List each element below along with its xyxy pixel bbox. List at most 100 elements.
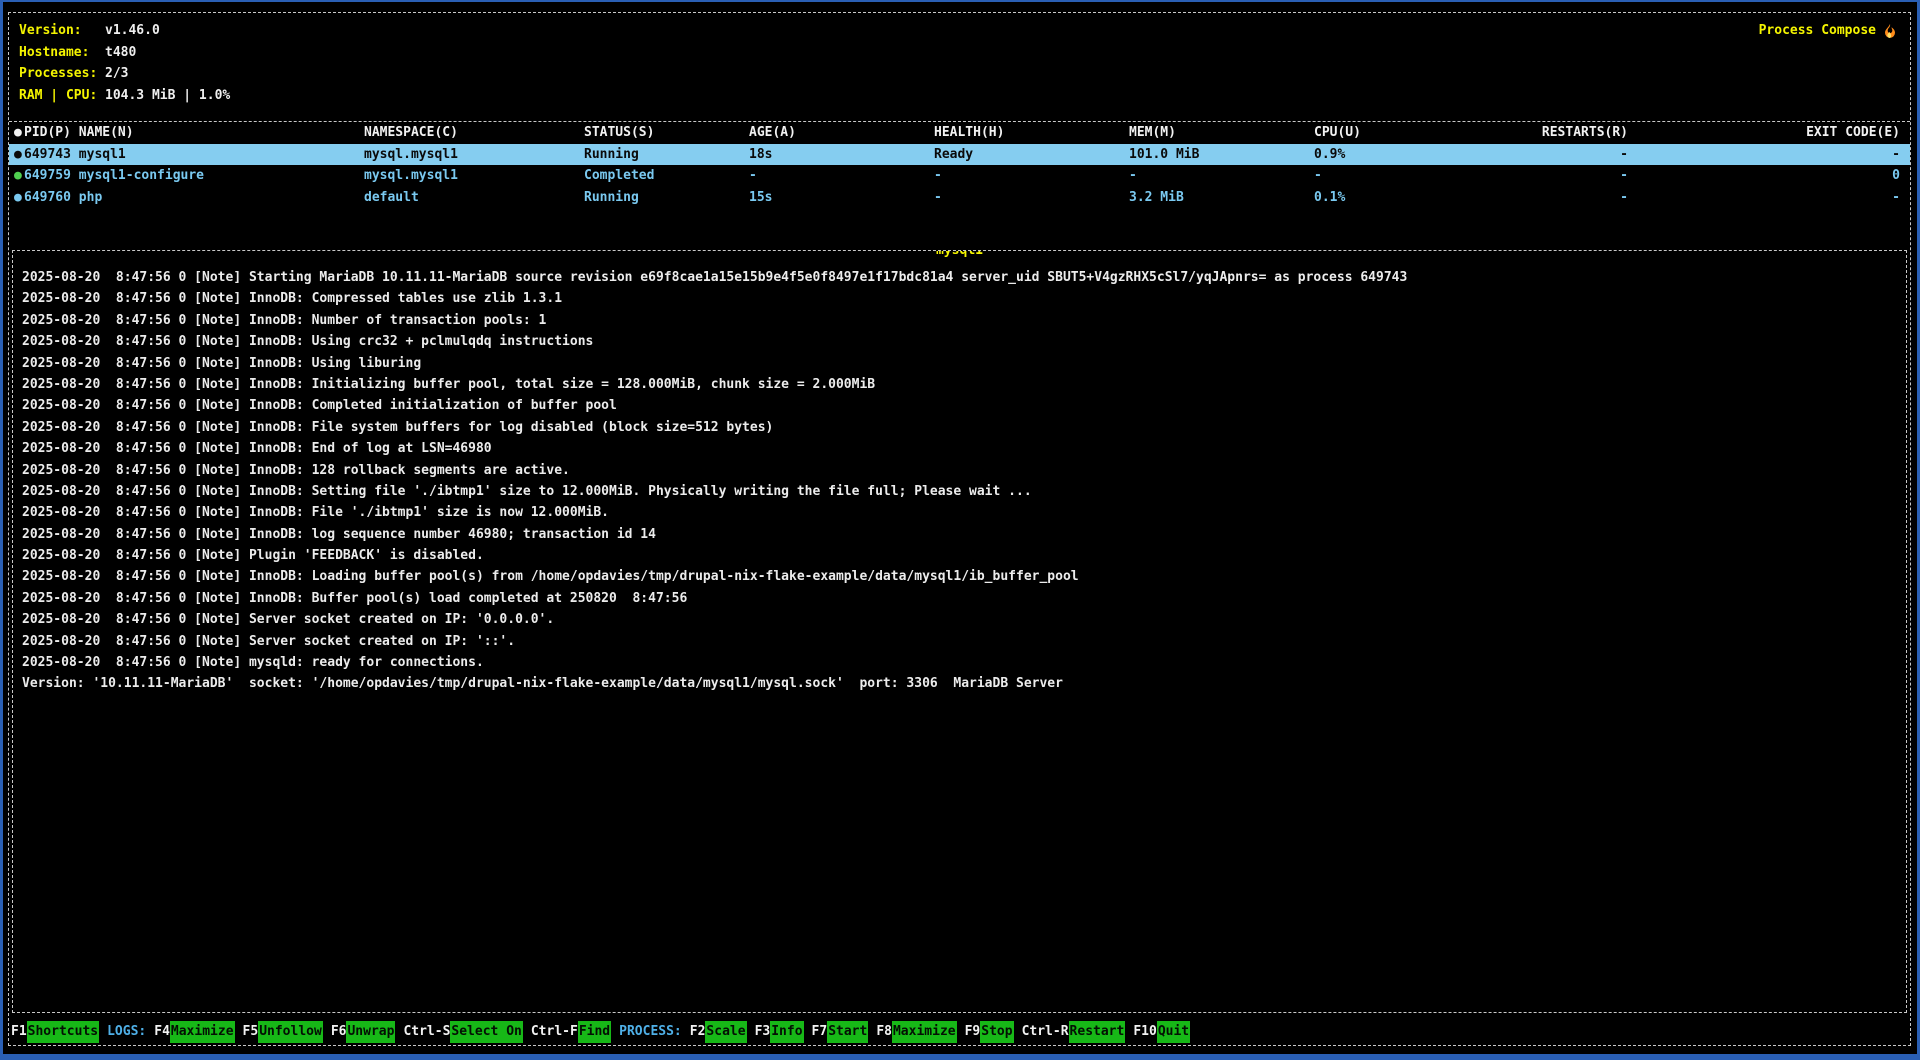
shortcut-key: F9 — [965, 1021, 981, 1043]
log-line: 2025-08-20 8:47:56 0 [Note] InnoDB: log … — [22, 524, 1898, 545]
log-line: 2025-08-20 8:47:56 0 [Note] InnoDB: File… — [22, 502, 1898, 523]
log-line: 2025-08-20 8:47:56 0 [Note] InnoDB: Comp… — [22, 395, 1898, 416]
hostname-value: t480 — [105, 45, 136, 60]
log-line: 2025-08-20 8:47:56 0 [Note] InnoDB: Sett… — [22, 481, 1898, 502]
shortcut-f7-start[interactable]: F7Start — [812, 1021, 869, 1043]
shortcut-f3-info[interactable]: F3Info — [755, 1021, 804, 1043]
cell-age: - — [749, 165, 757, 187]
process-table: ● PID(P) NAME(N) NAMESPACE(C) STATUS(S) … — [9, 122, 1910, 210]
col-exit-code[interactable]: EXIT CODE(E) — [1806, 122, 1900, 144]
log-panel[interactable]: mysql1 2025-08-20 8:47:56 0 [Note] Start… — [12, 250, 1907, 1013]
cell-cpu: 0.9% — [1314, 144, 1345, 166]
shortcut-key: F1 — [11, 1021, 27, 1043]
shortcut-f10-quit[interactable]: F10Quit — [1133, 1021, 1190, 1043]
version-value: v1.46.0 — [105, 23, 160, 38]
shortcut-f9-stop[interactable]: F9Stop — [965, 1021, 1014, 1043]
shortcut-label: Stop — [980, 1021, 1013, 1043]
cell-namespace: mysql.mysql1 — [364, 165, 458, 187]
shortcut-key: F3 — [755, 1021, 771, 1043]
shortcut-f6-unwrap[interactable]: F6Unwrap — [331, 1021, 396, 1043]
shortcut-key: Ctrl-R — [1022, 1021, 1069, 1043]
log-panel-title: mysql1 — [935, 250, 984, 261]
cell-restarts: - — [1620, 165, 1628, 187]
shortcut-f4-maximize[interactable]: F4Maximize — [154, 1021, 234, 1043]
shortcut-key: F8 — [876, 1021, 892, 1043]
col-status[interactable]: STATUS(S) — [584, 122, 654, 144]
process-row-mysql1[interactable]: ● 649743 mysql1 mysql.mysql1 Running 18s… — [9, 144, 1910, 166]
cell-namespace: default — [364, 187, 419, 209]
col-health[interactable]: HEALTH(H) — [934, 122, 1004, 144]
col-namespace[interactable]: NAMESPACE(C) — [364, 122, 458, 144]
log-line: 2025-08-20 8:47:56 0 [Note] Starting Mar… — [22, 267, 1898, 288]
header-panel: Version:v1.46.0 Hostname:t480 Processes:… — [9, 13, 1910, 122]
process-table-header: ● PID(P) NAME(N) NAMESPACE(C) STATUS(S) … — [9, 122, 1910, 144]
shortcut-label: Restart — [1069, 1021, 1126, 1043]
col-pid-name[interactable]: PID(P) NAME(N) — [24, 122, 134, 144]
shortcut-key: F6 — [331, 1021, 347, 1043]
shortcut-key: F5 — [243, 1021, 259, 1043]
cell-health: - — [934, 165, 942, 187]
shortcut-label: Quit — [1157, 1021, 1190, 1043]
log-line: Version: '10.11.11-MariaDB' socket: '/ho… — [22, 673, 1898, 694]
cell-status: Completed — [584, 165, 654, 187]
shortcut-key: F2 — [690, 1021, 706, 1043]
log-line: 2025-08-20 8:47:56 0 [Note] InnoDB: Usin… — [22, 331, 1898, 352]
log-line: 2025-08-20 8:47:56 0 [Note] InnoDB: Load… — [22, 566, 1898, 587]
col-age[interactable]: AGE(A) — [749, 122, 796, 144]
hostname-row: Hostname:t480 — [19, 42, 1910, 64]
shortcut-label: Shortcuts — [27, 1021, 99, 1043]
log-line: 2025-08-20 8:47:56 0 [Note] InnoDB: Buff… — [22, 588, 1898, 609]
shortcut-f2-scale[interactable]: F2Scale — [690, 1021, 747, 1043]
shortcut-label: Maximize — [170, 1021, 235, 1043]
cell-restarts: - — [1620, 187, 1628, 209]
cell-exit-code: - — [1892, 187, 1900, 209]
log-line: 2025-08-20 8:47:56 0 [Note] InnoDB: Usin… — [22, 353, 1898, 374]
shortcut-f5-unfollow[interactable]: F5Unfollow — [243, 1021, 323, 1043]
process-row-php[interactable]: ● 649760 php default Running 15s - 3.2 M… — [9, 187, 1910, 209]
cell-mem: 101.0 MiB — [1129, 144, 1199, 166]
shortcut-label: Scale — [705, 1021, 746, 1043]
process-row-mysql1-configure[interactable]: ● 649759 mysql1-configure mysql.mysql1 C… — [9, 165, 1910, 187]
shortcut-ctrl-f-find[interactable]: Ctrl-FFind — [531, 1021, 611, 1043]
processes-row: Processes:2/3 — [19, 63, 1910, 85]
status-dot-icon: ● — [14, 187, 22, 209]
app-title-text: Process Compose — [1759, 20, 1876, 42]
shortcut-f8-maximize[interactable]: F8Maximize — [876, 1021, 956, 1043]
cell-health: - — [934, 187, 942, 209]
processes-label: Processes: — [19, 63, 105, 85]
col-cpu[interactable]: CPU(U) — [1314, 122, 1361, 144]
cell-status: Running — [584, 144, 639, 166]
col-mem[interactable]: MEM(M) — [1129, 122, 1176, 144]
col-restarts[interactable]: RESTARTS(R) — [1542, 122, 1628, 144]
cell-age: 15s — [749, 187, 772, 209]
log-line: 2025-08-20 8:47:56 0 [Note] mysqld: read… — [22, 652, 1898, 673]
shortcuts-bar: F1Shortcuts LOGS: F4Maximize F5Unfollow … — [11, 1021, 1908, 1043]
ram-cpu-value: 104.3 MiB | 1.0% — [105, 88, 230, 103]
header-dot-icon: ● — [14, 122, 22, 144]
shortcut-label: Info — [770, 1021, 803, 1043]
ram-cpu-row: RAM | CPU:104.3 MiB | 1.0% — [19, 85, 1910, 107]
log-line: 2025-08-20 8:47:56 0 [Note] Server socke… — [22, 631, 1898, 652]
shortcut-ctrl-s-select-on[interactable]: Ctrl-SSelect On — [403, 1021, 522, 1043]
shortcut-key: Ctrl-S — [403, 1021, 450, 1043]
app-title: Process Compose — [1759, 20, 1898, 42]
shortcut-key: F10 — [1133, 1021, 1156, 1043]
shortcut-label: Unwrap — [346, 1021, 395, 1043]
shortcut-ctrl-r-restart[interactable]: Ctrl-RRestart — [1022, 1021, 1126, 1043]
cell-pid-name: 649759 mysql1-configure — [24, 165, 204, 187]
cell-mem: 3.2 MiB — [1129, 187, 1184, 209]
status-dot-icon: ● — [14, 165, 22, 187]
log-line: 2025-08-20 8:47:56 0 [Note] InnoDB: File… — [22, 417, 1898, 438]
cell-cpu: 0.1% — [1314, 187, 1345, 209]
log-line: 2025-08-20 8:47:56 0 [Note] InnoDB: 128 … — [22, 460, 1898, 481]
hostname-label: Hostname: — [19, 42, 105, 64]
cell-exit-code: 0 — [1892, 165, 1900, 187]
cell-age: 18s — [749, 144, 772, 166]
logs-section-label: LOGS: — [107, 1021, 146, 1043]
shortcut-label: Find — [578, 1021, 611, 1043]
shortcut-f1-shortcuts[interactable]: F1Shortcuts — [11, 1021, 99, 1043]
shortcut-key: F7 — [812, 1021, 828, 1043]
cell-namespace: mysql.mysql1 — [364, 144, 458, 166]
cell-health: Ready — [934, 144, 973, 166]
log-line: 2025-08-20 8:47:56 0 [Note] InnoDB: Init… — [22, 374, 1898, 395]
